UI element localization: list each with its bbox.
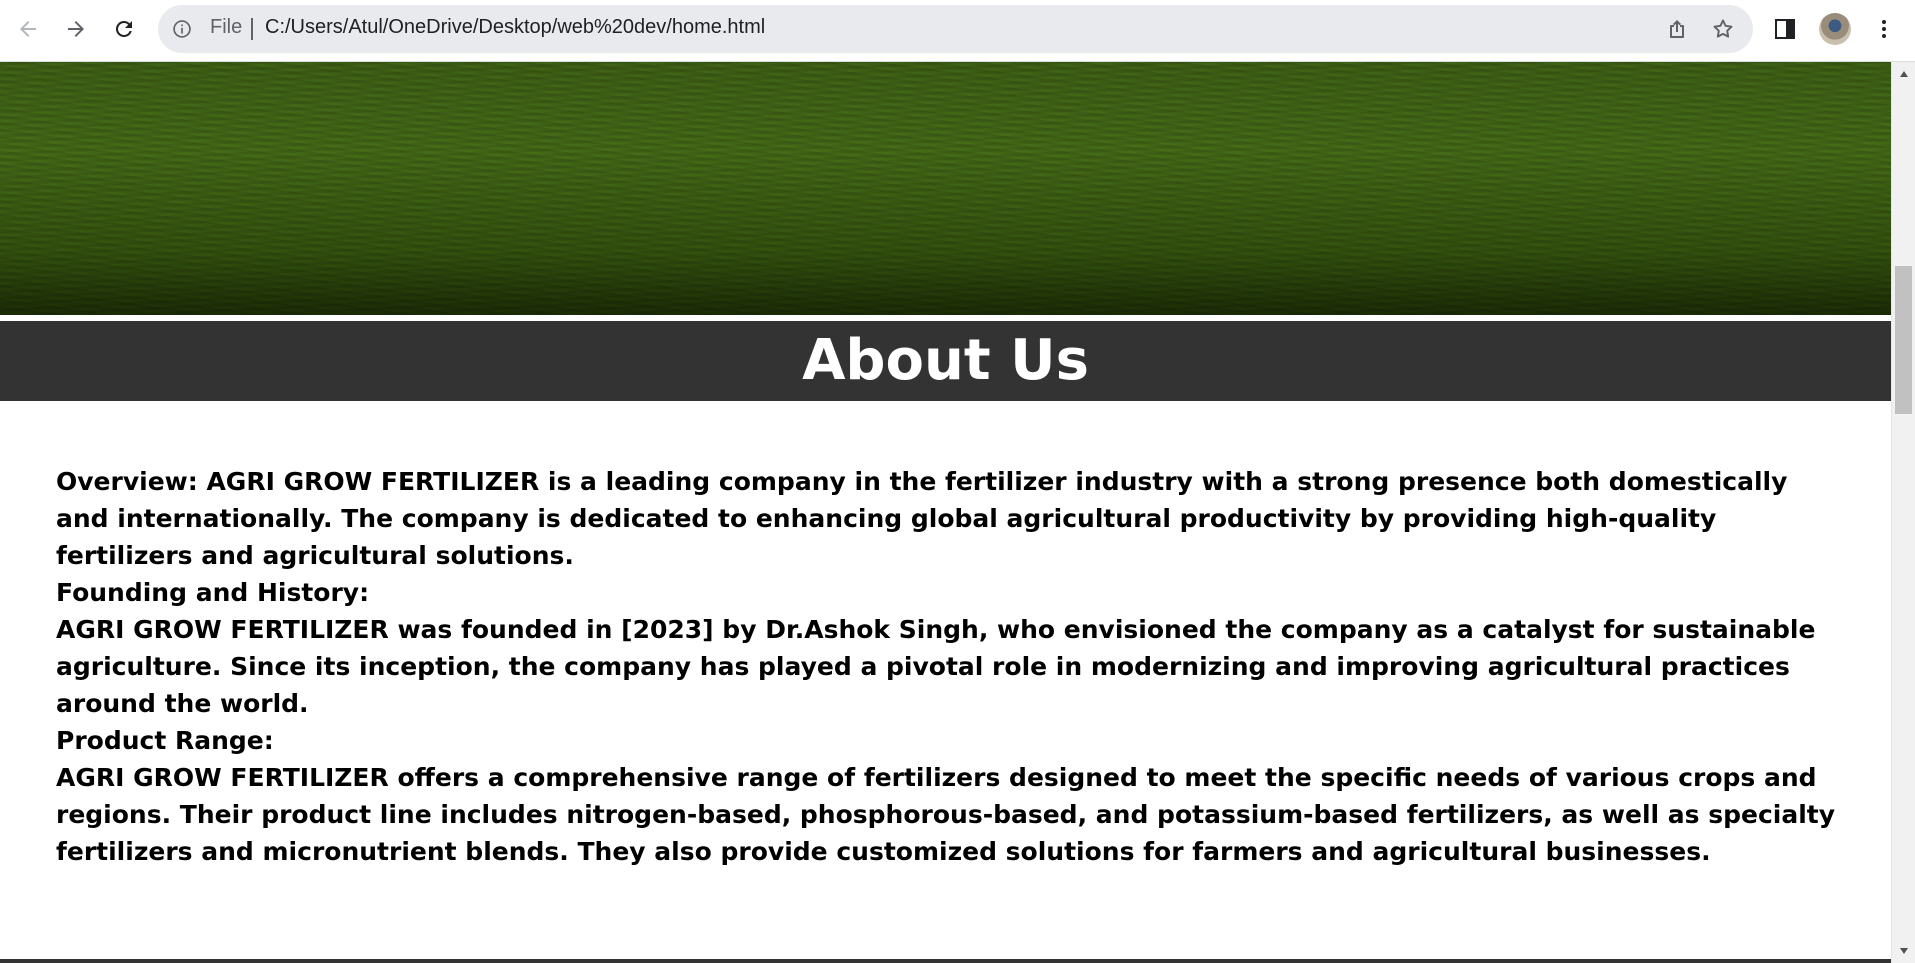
founding-heading: Founding and History: [56,578,370,607]
product-range-heading: Product Range: [56,726,274,755]
star-icon[interactable] [1711,17,1735,41]
scrollbar-thumb[interactable] [1895,266,1912,414]
vertical-scrollbar[interactable] [1891,62,1915,963]
scroll-up-button[interactable] [1892,64,1915,84]
page-viewport: About Us Overview: AGRI GROW FERTILIZER … [0,62,1891,963]
url-text[interactable]: C:/Users/Atul/OneDrive/Desktop/web%20dev… [265,16,765,39]
hero-field-image [0,62,1891,315]
info-icon[interactable] [172,19,192,39]
founding-paragraph: AGRI GROW FERTILIZER was founded in [202… [56,615,1816,718]
browser-toolbar: File C:/Users/Atul/OneDrive/Desktop/web%… [0,0,1915,62]
side-panel-icon[interactable] [1773,17,1797,41]
section-divider [0,959,1891,963]
back-button[interactable] [10,11,46,47]
triangle-up-icon [1899,71,1908,77]
arrow-right-icon [68,21,84,37]
arrow-left-icon [20,21,36,37]
address-bar[interactable]: File C:/Users/Atul/OneDrive/Desktop/web%… [158,5,1753,53]
about-content: Overview: AGRI GROW FERTILIZER is a lead… [56,463,1846,870]
overview-paragraph: Overview: AGRI GROW FERTILIZER is a lead… [56,467,1788,570]
profile-avatar[interactable] [1819,13,1851,45]
forward-button[interactable] [58,11,94,47]
reload-icon [115,20,132,37]
scheme-label: File [210,16,243,38]
product-range-paragraph: AGRI GROW FERTILIZER offers a comprehens… [56,763,1836,866]
triangle-down-icon [1899,948,1908,954]
scroll-down-button[interactable] [1892,941,1915,961]
share-icon[interactable] [1665,17,1689,41]
about-title: About Us [802,328,1089,393]
about-heading-band: About Us [0,321,1891,401]
reload-button[interactable] [106,11,142,47]
scheme-separator [251,18,253,40]
kebab-menu-icon[interactable] [1872,17,1896,41]
